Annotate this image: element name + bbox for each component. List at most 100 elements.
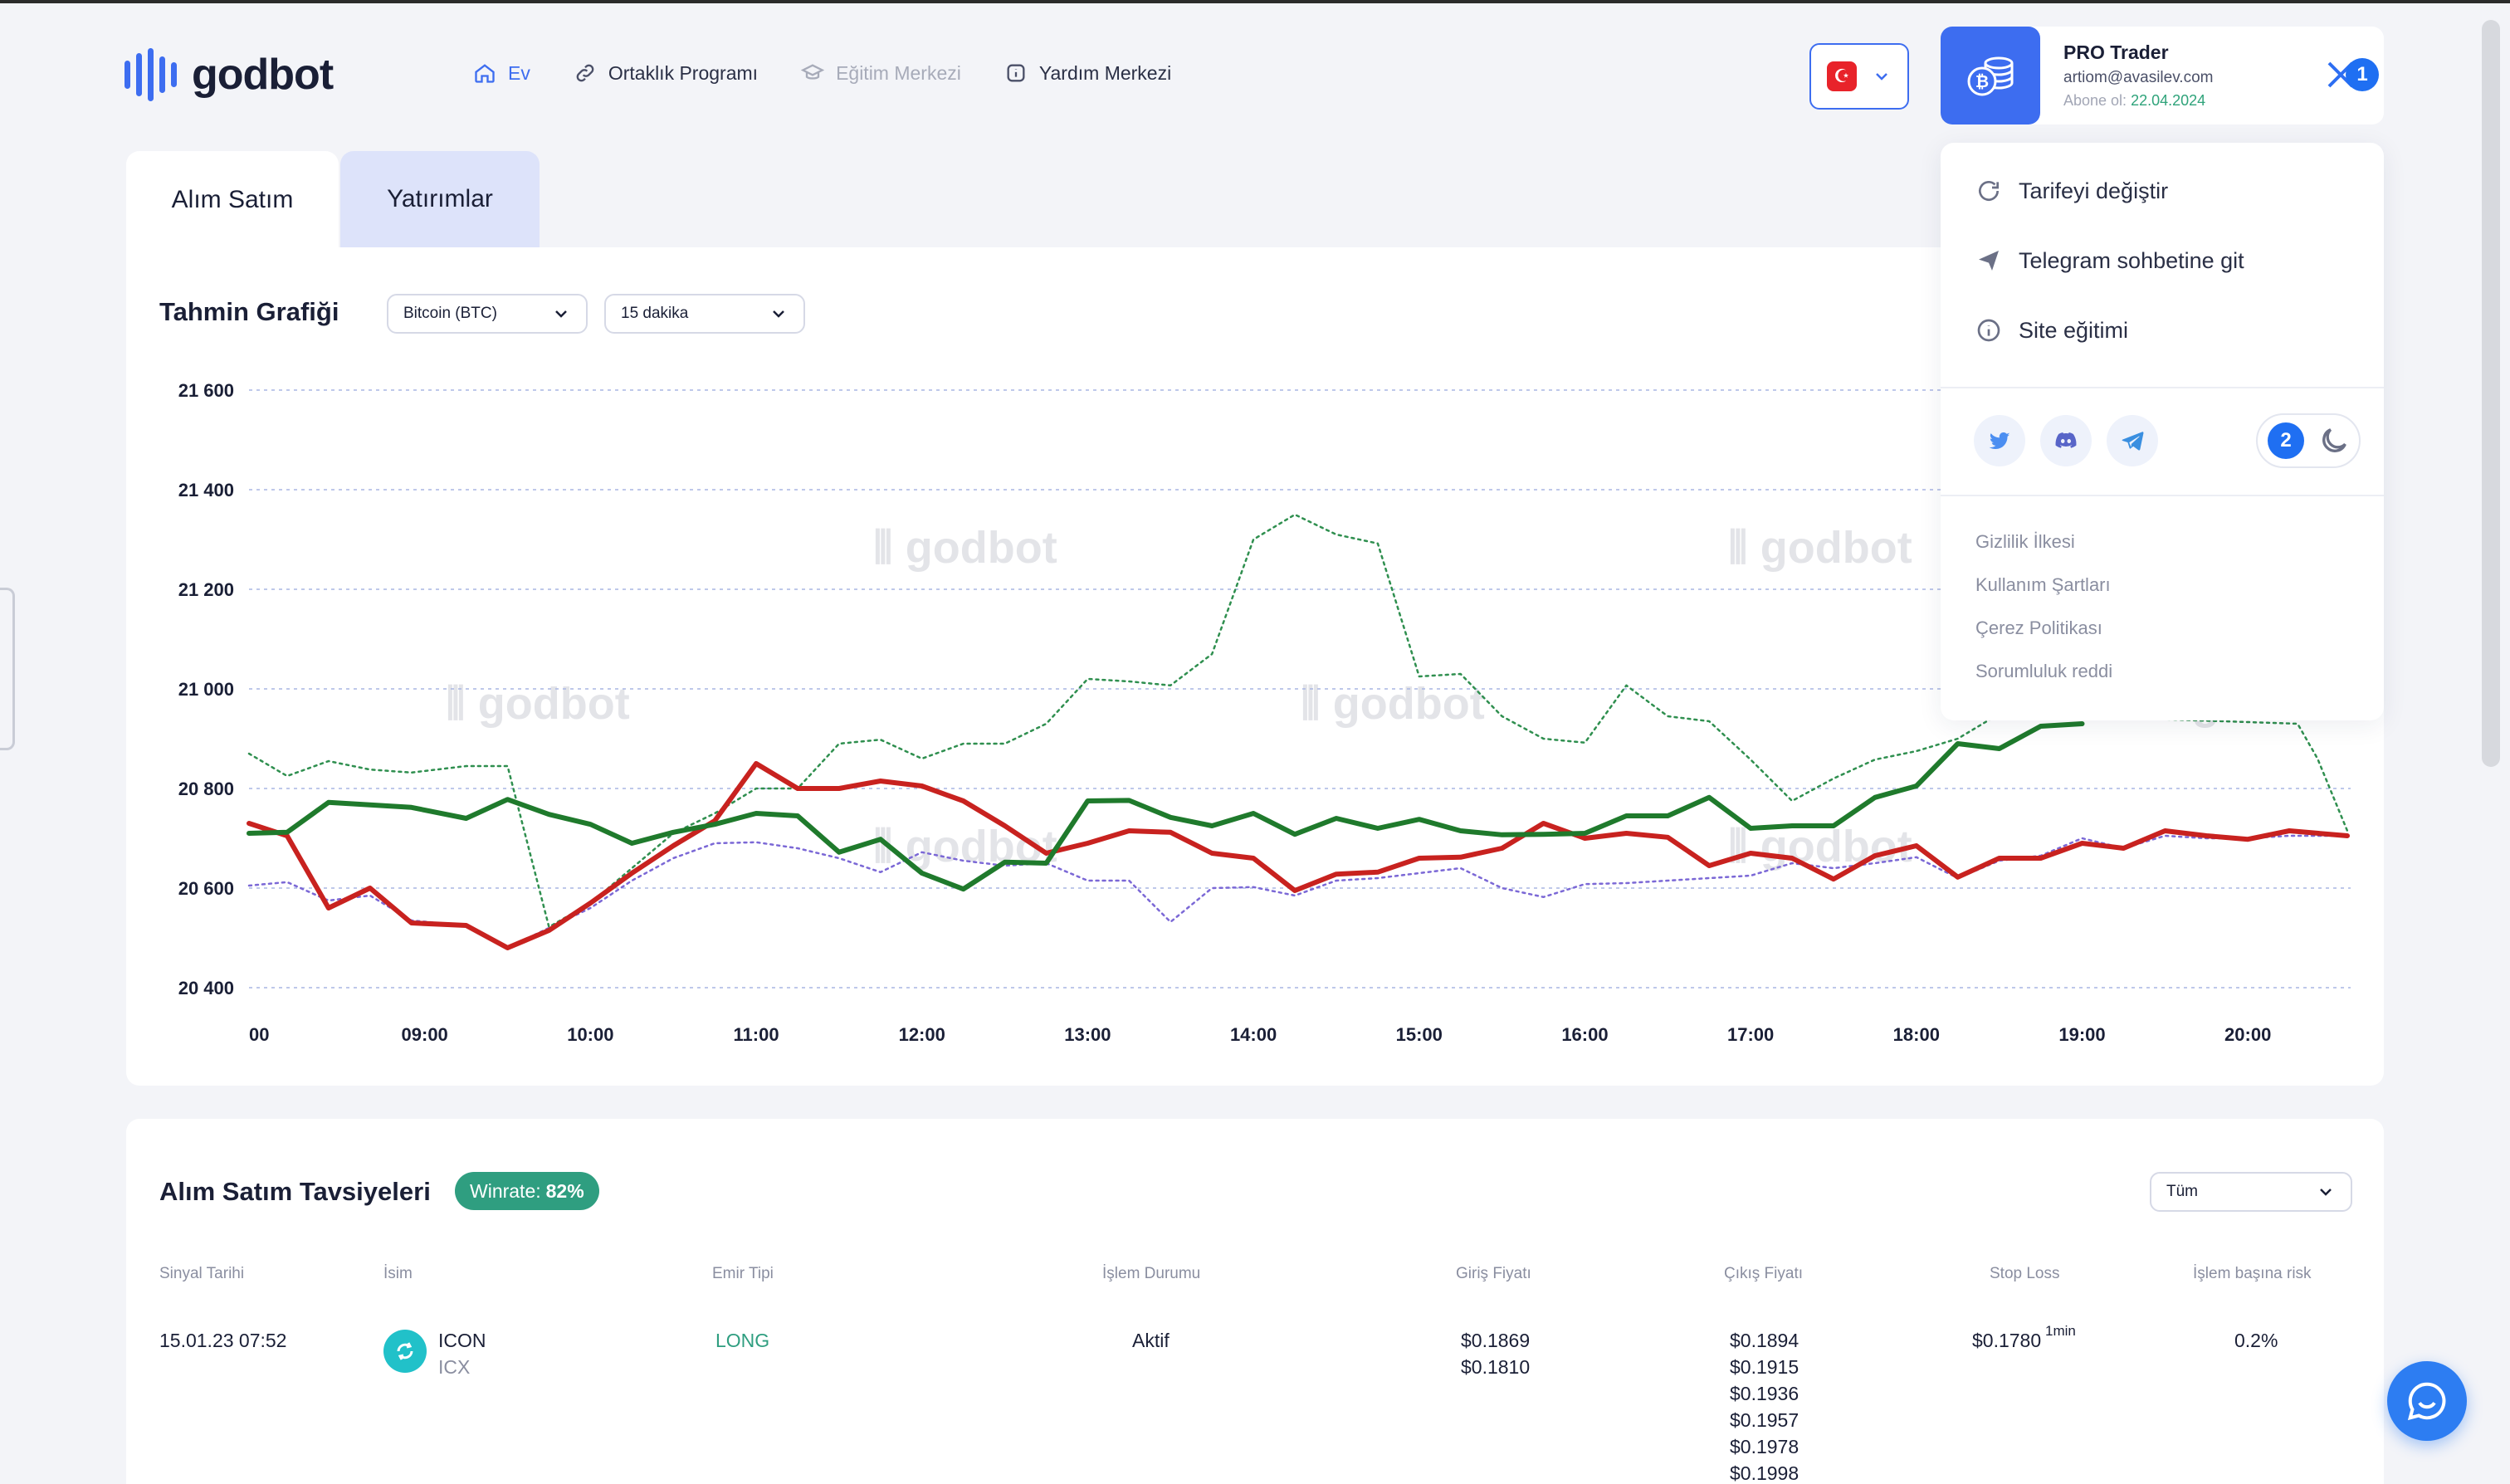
menu-item-change-plan[interactable]: Tarifeyi değiştir [1975, 178, 2168, 204]
x-tick-label: 15:00 [1396, 1024, 1443, 1045]
info-icon [1007, 64, 1025, 82]
trade-status: Aktif [1132, 1330, 1170, 1351]
info-icon [1977, 319, 2000, 342]
nav-item-help[interactable]: Yardım Merkezi [1004, 61, 1171, 85]
menu-divider [1941, 495, 2384, 496]
exit-price: $0.1936 [1730, 1383, 1799, 1404]
nav-item-affiliate[interactable]: Ortaklık Programı [574, 61, 758, 85]
discord-icon[interactable] [2040, 415, 2092, 466]
nav-item-education[interactable]: Eğitim Merkezi [801, 61, 961, 85]
refresh-icon [1979, 181, 1999, 201]
exit-price: $0.1894 [1730, 1330, 1799, 1351]
series-line-red [247, 761, 2350, 950]
menu-item-site-tutorial[interactable]: Site eğitimi [1975, 317, 2128, 344]
icon-coin-icon [383, 1330, 427, 1373]
user-email: artiom@avasilev.com [2063, 69, 2214, 86]
watermark-text: ⦀ godbot [1301, 679, 1485, 729]
tab-investments[interactable]: Yatırımlar [340, 151, 540, 247]
column-header-order-type[interactable]: Emir Tipi [712, 1265, 774, 1283]
nav-item-home[interactable]: Ev [473, 61, 530, 85]
chevron-down-icon [1876, 73, 1887, 81]
page-scrollbar[interactable] [2482, 20, 2500, 767]
x-tick-label: 11:00 [734, 1024, 779, 1045]
x-tick-label: 16:00 [1561, 1024, 1608, 1045]
exit-price: $0.1915 [1730, 1356, 1799, 1378]
entry-price: $0.1869 [1461, 1330, 1531, 1351]
x-tick-label: 12:00 [899, 1024, 945, 1045]
coin-ticker: ICX [438, 1356, 471, 1378]
column-header-status[interactable]: İşlem Durumu [1102, 1265, 1200, 1283]
menu-divider [1941, 387, 2384, 388]
x-tick-label: 20:00 [2224, 1024, 2271, 1045]
chat-bubble-icon [2407, 1382, 2446, 1421]
chevron-down-icon [2320, 1189, 2332, 1196]
x-tick-label: 18:00 [1893, 1024, 1940, 1045]
window-top-border [0, 0, 2510, 3]
watermark-text: ⦀ godbot [873, 523, 1057, 573]
link-icon [576, 64, 594, 82]
coins-icon: ₿ [1941, 27, 2040, 124]
y-tick-label: 20 400 [178, 978, 234, 998]
column-header-stop-loss[interactable]: Stop Loss [1990, 1265, 2060, 1283]
moon-icon [2322, 428, 2346, 452]
nav-item-label: Ortaklık Programı [608, 61, 759, 84]
twitter-icon[interactable] [1974, 415, 2025, 466]
disclaimer-link[interactable]: Sorumluluk reddi [1975, 661, 2112, 682]
home-icon [475, 64, 495, 83]
risk-per-trade: 0.2% [2234, 1330, 2278, 1351]
subscription-date: 22.04.2024 [2131, 92, 2206, 109]
annotation-badge-1: 1 [2346, 58, 2379, 91]
x-tick-label: 09:00 [402, 1024, 448, 1045]
tab-trading[interactable]: Alım Satım [126, 151, 339, 249]
column-header-entry-price[interactable]: Giriş Fiyatı [1456, 1265, 1531, 1283]
column-header-exit-price[interactable]: Çıkış Fiyatı [1724, 1265, 1803, 1283]
cookie-policy-link[interactable]: Çerez Politikası [1975, 618, 2102, 639]
x-tick-label: 13:00 [1064, 1024, 1111, 1045]
column-header-risk[interactable]: İşlem başına risk [2193, 1265, 2312, 1283]
language-select[interactable]: ☪ [1809, 43, 1909, 110]
x-tick-label: 10:00 [567, 1024, 613, 1045]
recommendations-card: Alım Satım Tavsiyeleri Winrate: 82% Tüm S… [126, 1119, 2384, 1484]
column-header-date[interactable]: Sinyal Tarihi [159, 1265, 244, 1283]
annotation-badge-2: 2 [2268, 422, 2304, 459]
privacy-policy-link[interactable]: Gizlilik İlkesi [1975, 531, 2075, 553]
x-tick-label: 17:00 [1727, 1024, 1774, 1045]
telegram-icon[interactable] [2107, 415, 2158, 466]
nav-item-label: Eğitim Merkezi [836, 61, 961, 84]
terms-of-use-link[interactable]: Kullanım Şartları [1975, 574, 2111, 596]
order-type: LONG [715, 1330, 770, 1351]
winrate-badge: Winrate: 82% [455, 1172, 599, 1210]
brand-name: godbot [192, 51, 334, 99]
nav-item-label: Ev [508, 61, 530, 84]
watermark-text: ⦀ godbot [1728, 523, 1912, 573]
main-tabs: Alım Satım [126, 151, 339, 249]
filter-select[interactable]: Tüm [2150, 1172, 2352, 1212]
theme-toggle[interactable]: 2 [2256, 413, 2361, 468]
stop-loss-timeframe: 1min [2045, 1323, 2076, 1339]
signal-date: 15.01.23 07:52 [159, 1330, 287, 1351]
y-tick-label: 20 600 [178, 878, 234, 899]
chat-support-button[interactable] [2387, 1361, 2467, 1441]
graduation-cap-icon [801, 64, 825, 80]
exit-price: $0.1978 [1730, 1436, 1799, 1457]
x-tick-label: 14:00 [1230, 1024, 1277, 1045]
column-header-name[interactable]: İsim [383, 1265, 413, 1283]
side-drawer-handle[interactable] [0, 588, 15, 750]
exit-price: $0.1957 [1730, 1409, 1799, 1431]
subscription-info: Abone ol: 22.04.2024 [2063, 92, 2206, 109]
send-icon [1979, 251, 1999, 271]
y-tick-label: 21 600 [178, 380, 234, 401]
profile-dropdown-menu: Tarifeyi değiştir Telegram sohbetine git… [1941, 143, 2384, 720]
y-tick-label: 20 800 [178, 779, 234, 799]
menu-item-telegram-chat[interactable]: Telegram sohbetine git [1975, 247, 2244, 274]
x-tick-label: 00 [249, 1024, 269, 1045]
brand-logo[interactable]: godbot [125, 48, 334, 101]
tr-flag-icon: ☪ [1827, 61, 1857, 91]
y-tick-label: 21 400 [178, 480, 234, 500]
x-tick-label: 19:00 [2058, 1024, 2105, 1045]
exit-price: $0.1998 [1730, 1462, 1799, 1484]
watermark-text: ⦀ godbot [446, 679, 630, 729]
recommendations-title: Alım Satım Tavsiyeleri [159, 1177, 431, 1206]
profile-card[interactable]: ₿ PRO Trader artiom@avasilev.com Abone o… [1941, 27, 2384, 124]
svg-text:₿: ₿ [1975, 71, 1989, 91]
